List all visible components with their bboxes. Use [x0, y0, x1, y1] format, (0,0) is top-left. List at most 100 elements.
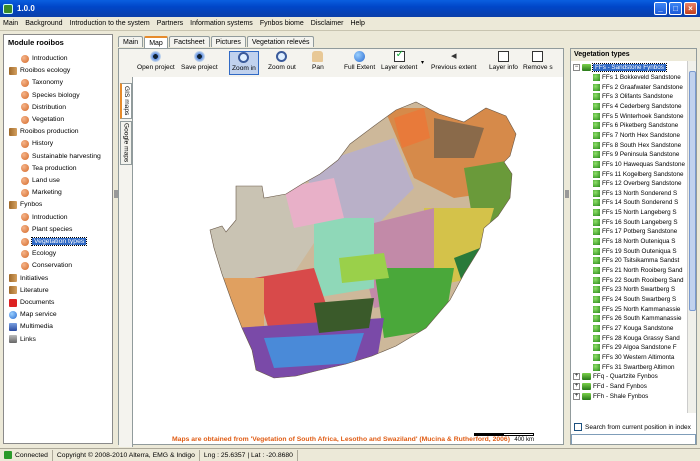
vegetation-type-item[interactable]: FFs 1 Bokkeveld Sandstone: [593, 73, 681, 83]
tree-item-taxonomy[interactable]: Taxonomy: [21, 77, 63, 88]
vegetation-type-item[interactable]: FFs 13 North Sonderend S: [593, 188, 677, 198]
tree-item-vegetation[interactable]: Vegetation: [21, 114, 64, 125]
expand-icon[interactable]: +: [573, 373, 580, 381]
tree-item-multimedia[interactable]: Multimedia: [9, 321, 53, 332]
vegetation-type-item[interactable]: FFs 9 Peninsula Sandstone: [593, 150, 679, 160]
full-extent-button[interactable]: Full Extent: [344, 51, 375, 75]
vegetation-type-item[interactable]: FFs 18 North Outeniqua S: [593, 237, 676, 247]
vegetation-group-item[interactable]: + FFd - Sand Fynbos: [573, 381, 647, 391]
zoom-out-button[interactable]: Zoom out: [268, 51, 296, 75]
minimize-button[interactable]: _: [654, 2, 667, 15]
vegetation-type-item[interactable]: FFs 4 Cederberg Sandstone: [593, 101, 681, 111]
tree-item-map-service[interactable]: Map service: [9, 309, 57, 320]
map-canvas[interactable]: 400 km: [134, 78, 562, 443]
vegetation-type-item[interactable]: FFs 27 Kouga Sandstone: [593, 323, 673, 333]
close-button[interactable]: ×: [684, 2, 697, 15]
remove-selection-button[interactable]: Remove s: [523, 51, 553, 75]
vegetation-type-item[interactable]: FFs 21 North Rooiberg Sand: [593, 266, 683, 276]
vegetation-type-item[interactable]: FFs 6 Piketberg Sandstone: [593, 121, 678, 131]
vegetation-type-item[interactable]: FFs 28 Kouga Grassy Sand: [593, 333, 680, 343]
vegetation-type-item[interactable]: FFs 11 Kogelberg Sandstone: [593, 169, 683, 179]
tree-item-rooibos-ecology[interactable]: Rooibos ecology: [9, 65, 70, 76]
tab-map[interactable]: Map: [144, 36, 168, 48]
vegetation-type-item[interactable]: FFs 8 South Hex Sandstone: [593, 140, 681, 150]
tab-vegetation-releves[interactable]: Vegetation relevés: [246, 36, 315, 47]
tree-item-tea-production[interactable]: Tea production: [21, 163, 77, 174]
vegetation-type-item[interactable]: FFs 23 North Swartberg S: [593, 285, 675, 295]
expand-icon[interactable]: +: [573, 392, 580, 400]
save-project-button[interactable]: Save project: [181, 51, 218, 75]
vegetation-type-item[interactable]: FFs 3 Olifants Sandstone: [593, 92, 673, 102]
pan-button[interactable]: Pan: [312, 51, 324, 75]
tree-item-ecology[interactable]: Ecology: [21, 248, 56, 259]
tree-item-vegetation-types[interactable]: Vegetation types: [21, 236, 88, 247]
search-from-position-checkbox[interactable]: [574, 423, 582, 431]
layer-dot-icon: [593, 74, 600, 81]
menu-main[interactable]: Main: [3, 20, 18, 27]
vegetation-type-item[interactable]: FFs 31 Swartberg Altimon: [593, 362, 674, 372]
tree-item-history[interactable]: History: [21, 138, 53, 149]
layer-info-button[interactable]: Layer info: [489, 51, 518, 75]
vegetation-group-item[interactable]: + FFq - Quartzite Fynbos: [573, 372, 658, 382]
collapse-icon[interactable]: −: [573, 63, 580, 71]
search-input[interactable]: [571, 434, 696, 444]
menu-information-systems[interactable]: Information systems: [190, 20, 253, 27]
tree-item-species-biology[interactable]: Species biology: [21, 90, 80, 101]
layer-extent-button[interactable]: Layer extent: [381, 49, 417, 75]
vegetation-type-item[interactable]: FFs 12 Overberg Sandstone: [593, 179, 681, 189]
tree-item-marketing[interactable]: Marketing: [21, 187, 62, 198]
group-sandstone-fynbos[interactable]: − FFs - Sandstone Fynbos: [573, 62, 667, 72]
tree-item-land-use[interactable]: Land use: [21, 175, 60, 186]
right-splitter-handle[interactable]: [565, 190, 569, 198]
expand-icon[interactable]: +: [573, 382, 580, 390]
vegetation-type-item[interactable]: FFs 5 Winterhoek Sandstone: [593, 111, 684, 121]
menu-disclaimer[interactable]: Disclaimer: [311, 20, 344, 27]
tab-pictures[interactable]: Pictures: [210, 36, 246, 47]
vegetation-type-item[interactable]: FFs 10 Hawequas Sandstone: [593, 159, 685, 169]
vegetation-type-item[interactable]: FFs 22 South Rooiberg Sand: [593, 275, 684, 285]
vegetation-group-item[interactable]: + FFh - Shale Fynbos: [573, 391, 648, 401]
maximize-button[interactable]: □: [669, 2, 682, 15]
vegetation-list-scrollbar[interactable]: [687, 61, 696, 413]
vegetation-type-item[interactable]: FFs 17 Potberg Sandstone: [593, 227, 677, 237]
vegetation-type-item[interactable]: FFs 2 Graafwater Sandstone: [593, 82, 683, 92]
vegetation-type-item[interactable]: FFs 14 South Sonderend S: [593, 198, 678, 208]
open-project-button[interactable]: Open project: [137, 51, 175, 75]
tab-gis-maps[interactable]: GIS maps: [120, 83, 132, 119]
vegetation-type-item[interactable]: FFs 15 North Langeberg S: [593, 208, 677, 218]
tab-factsheet[interactable]: Factsheet: [168, 36, 210, 47]
tree-item-conservation[interactable]: Conservation: [21, 260, 72, 271]
tree-item-fynbos[interactable]: Fynbos: [9, 199, 42, 210]
tree-item-introduction[interactable]: Introduction: [21, 53, 68, 64]
tree-item-plant-species[interactable]: Plant species: [21, 224, 72, 235]
vegetation-type-item[interactable]: FFs 26 South Kammanassie: [593, 314, 681, 324]
tree-item-links[interactable]: Links: [9, 334, 36, 345]
menu-partners[interactable]: Partners: [157, 20, 183, 27]
tree-item-rooibos-production[interactable]: Rooibos production: [9, 126, 79, 137]
menu-help[interactable]: Help: [350, 20, 364, 27]
zoom-in-button[interactable]: Zoom in: [229, 51, 259, 75]
menu-fynbos-biome[interactable]: Fynbos biome: [260, 20, 304, 27]
pdf-icon: [9, 298, 17, 307]
map-toolbar: Open project Save project Zoom in Zoom o…: [119, 49, 563, 77]
vegetation-type-item[interactable]: FFs 7 North Hex Sandstone: [593, 130, 680, 140]
tree-item-documents[interactable]: Documents: [9, 297, 54, 308]
previous-extent-button[interactable]: ◂ Previous extent: [431, 51, 476, 75]
menu-introduction[interactable]: Introduction to the system: [70, 20, 150, 27]
tree-item-sustainable-harvesting[interactable]: Sustainable harvesting: [21, 151, 101, 162]
vegetation-type-item[interactable]: FFs 25 North Kammanassie: [593, 304, 680, 314]
tree-item-literature[interactable]: Literature: [9, 285, 49, 296]
vegetation-type-item[interactable]: FFs 30 Western Altimonta: [593, 352, 674, 362]
tree-item-introduction[interactable]: Introduction: [21, 212, 68, 223]
vegetation-type-item[interactable]: FFs 29 Algoa Sandstone F: [593, 343, 677, 353]
scrollbar-thumb[interactable]: [689, 71, 696, 311]
menu-background[interactable]: Background: [25, 20, 62, 27]
tab-main[interactable]: Main: [118, 36, 144, 47]
vegetation-type-item[interactable]: FFs 24 South Swartberg S: [593, 294, 676, 304]
vegetation-type-item[interactable]: FFs 19 South Outeniqua S: [593, 246, 677, 256]
vegetation-type-item[interactable]: FFs 20 Tsitsikamma Sandst: [593, 256, 679, 266]
tree-item-distribution[interactable]: Distribution: [21, 102, 66, 113]
tab-google-maps[interactable]: Google maps: [120, 121, 132, 165]
vegetation-type-item[interactable]: FFs 16 South Langeberg S: [593, 217, 678, 227]
tree-item-initiatives[interactable]: Initiatives: [9, 273, 48, 284]
